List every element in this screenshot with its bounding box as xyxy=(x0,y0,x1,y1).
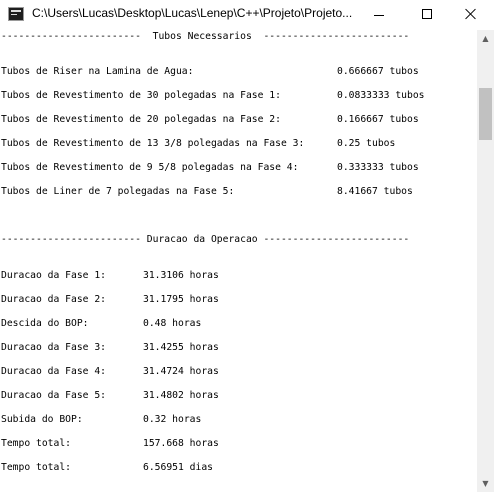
scroll-thumb[interactable] xyxy=(479,88,492,140)
console-line: Duracao da Fase 4: 31.4724 horas xyxy=(1,365,471,379)
console-line: Tubos de Revestimento de 20 polegadas na… xyxy=(1,113,471,127)
minimize-button[interactable] xyxy=(356,0,402,30)
line-value: 31.1795 horas xyxy=(143,294,219,305)
line-label: Tempo total: xyxy=(1,438,71,449)
minimize-icon xyxy=(374,15,384,16)
maximize-button[interactable] xyxy=(404,0,450,30)
console-line: Duracao da Fase 3: 31.4255 horas xyxy=(1,341,471,355)
line-label: Tempo total: xyxy=(1,462,71,473)
console-line: Subida do BOP: 0.32 horas xyxy=(1,413,471,427)
line-label: Duracao da Fase 2: xyxy=(1,294,106,305)
console-line: Duracao da Fase 5: 31.4802 horas xyxy=(1,389,471,403)
line-label: Duracao da Fase 3: xyxy=(1,342,106,353)
line-value: 31.4802 horas xyxy=(143,390,219,401)
console-line: Tubos de Revestimento de 9 5/8 polegadas… xyxy=(1,161,471,175)
line-value: 8.41667 tubos xyxy=(337,186,413,197)
close-icon xyxy=(465,8,477,20)
line-value: 0.166667 tubos xyxy=(337,114,419,125)
maximize-icon xyxy=(422,9,432,19)
console-line: Tempo total: 6.56951 dias xyxy=(1,461,471,475)
line-value: 0.333333 tubos xyxy=(337,162,419,173)
tubos-header: ------------------------ Tubos Necessari… xyxy=(1,31,410,42)
line-label: Tubos de Revestimento de 20 polegadas na… xyxy=(1,114,281,125)
console-window: C:\Users\Lucas\Desktop\Lucas\Lenep\C++\P… xyxy=(0,0,494,492)
line-value: 0.48 horas xyxy=(143,318,202,329)
duracao-header: ------------------------ Duracao da Oper… xyxy=(1,234,410,245)
line-value: 6.56951 dias xyxy=(143,462,213,473)
console-line: Tempo total: 157.668 horas xyxy=(1,437,471,451)
title-bar[interactable]: C:\Users\Lucas\Desktop\Lucas\Lenep\C++\P… xyxy=(0,0,494,30)
line-label: Tubos de Riser na Lamina de Agua: xyxy=(1,66,194,77)
line-label: Duracao da Fase 4: xyxy=(1,366,106,377)
line-label: Descida do BOP: xyxy=(1,318,89,329)
line-value: 157.668 horas xyxy=(143,438,219,449)
console-line: Tubos de Riser na Lamina de Agua: 0.6666… xyxy=(1,65,471,79)
console-line: Tubos de Liner de 7 polegadas na Fase 5:… xyxy=(1,185,471,199)
vertical-scrollbar[interactable]: ▲ ▼ xyxy=(477,30,494,492)
scroll-up-arrow-icon[interactable]: ▲ xyxy=(477,30,494,47)
line-label: Tubos de Revestimento de 13 3/8 polegada… xyxy=(1,138,305,149)
line-value: 31.4724 horas xyxy=(143,366,219,377)
line-value: 0.0833333 tubos xyxy=(337,90,425,101)
console-line: Duracao da Fase 2: 31.1795 horas xyxy=(1,293,471,307)
line-value: 0.666667 tubos xyxy=(337,66,419,77)
close-button[interactable] xyxy=(448,0,494,30)
console-line: Duracao da Fase 1: 31.3106 horas xyxy=(1,269,471,283)
line-label: Duracao da Fase 1: xyxy=(1,270,106,281)
line-label: Tubos de Liner de 7 polegadas na Fase 5: xyxy=(1,186,235,197)
scroll-down-arrow-icon[interactable]: ▼ xyxy=(477,475,494,492)
line-value: 0.32 horas xyxy=(143,414,202,425)
console-line: Tubos de Revestimento de 30 polegadas na… xyxy=(1,89,471,103)
line-label: Tubos de Revestimento de 30 polegadas na… xyxy=(1,90,281,101)
line-value: 31.3106 horas xyxy=(143,270,219,281)
window-title: C:\Users\Lucas\Desktop\Lucas\Lenep\C++\P… xyxy=(32,6,353,20)
line-value: 31.4255 horas xyxy=(143,342,219,353)
console-output[interactable]: ------------------------ Tubos Necessari… xyxy=(0,30,477,492)
console-line: Tubos de Revestimento de 13 3/8 polegada… xyxy=(1,137,471,151)
line-label: Duracao da Fase 5: xyxy=(1,390,106,401)
line-label: Tubos de Revestimento de 9 5/8 polegadas… xyxy=(1,162,299,173)
console-line: Descida do BOP: 0.48 horas xyxy=(1,317,471,331)
console-app-icon[interactable] xyxy=(8,7,24,21)
line-label: Subida do BOP: xyxy=(1,414,83,425)
line-value: 0.25 tubos xyxy=(337,138,396,149)
